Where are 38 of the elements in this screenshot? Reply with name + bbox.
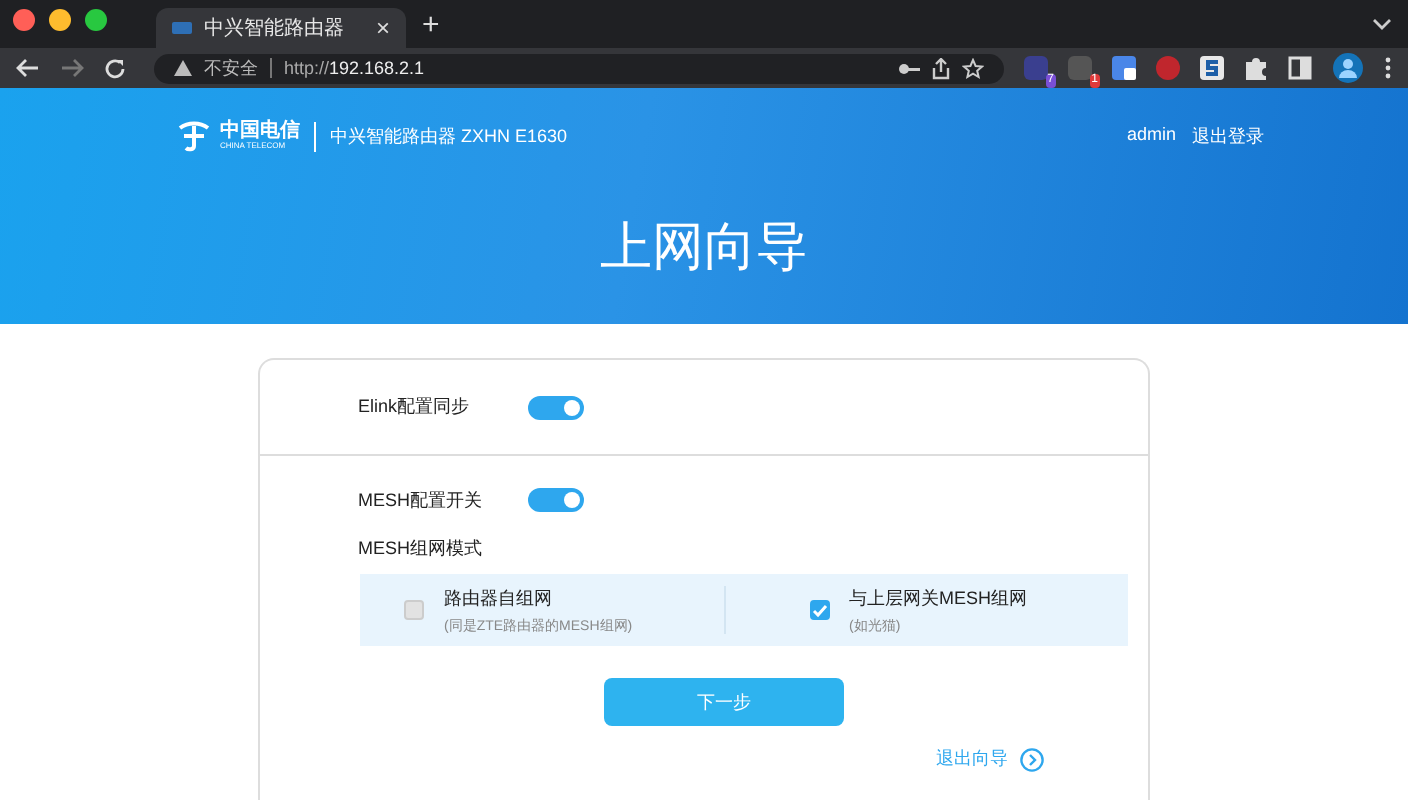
- logout-link[interactable]: 退出登录: [1192, 123, 1264, 149]
- sidebar-icon[interactable]: [1288, 56, 1312, 80]
- translate-icon[interactable]: [1112, 56, 1136, 80]
- browser-tab[interactable]: 中兴智能路由器 ×: [156, 8, 406, 48]
- forward-icon[interactable]: [60, 58, 84, 78]
- address-field[interactable]: 不安全 http://192.168.2.1: [154, 53, 1004, 83]
- puzzle-icon[interactable]: [1244, 56, 1268, 80]
- checkbox[interactable]: [809, 600, 829, 620]
- option-title: 路由器自组网: [444, 585, 554, 611]
- section-label: MESH组网模式: [356, 536, 485, 562]
- toggle-switch[interactable]: [528, 395, 584, 419]
- back-icon[interactable]: [16, 58, 40, 78]
- extension-icon[interactable]: [1200, 56, 1224, 80]
- share-icon[interactable]: [932, 57, 950, 79]
- menu-icon[interactable]: [1384, 56, 1392, 80]
- security-label: 不安全: [204, 55, 258, 81]
- window-controls-icon[interactable]: [12, 8, 112, 32]
- key-icon[interactable]: [898, 61, 920, 75]
- favicon-icon: [172, 20, 192, 36]
- page-title: 上网向导: [598, 214, 810, 280]
- arrow-circle-icon[interactable]: [1020, 747, 1044, 771]
- option-title: 与上层网关MESH组网: [849, 585, 1028, 611]
- url-text: http://192.168.2.1: [284, 58, 425, 78]
- product-name: 中兴智能路由器 ZXHN E1630: [330, 123, 568, 149]
- setting-label: MESH配置开关: [358, 487, 485, 513]
- logo-text: 中国电信: [220, 122, 300, 142]
- chevron-down-icon[interactable]: [1372, 18, 1392, 30]
- setting-label: Elink配置同步: [358, 394, 472, 420]
- profile-icon[interactable]: [1332, 52, 1364, 84]
- toggle-switch[interactable]: [528, 488, 584, 512]
- checkbox[interactable]: [404, 600, 424, 620]
- new-tab-button[interactable]: +: [422, 7, 440, 41]
- warning-icon: [174, 60, 192, 76]
- username: admin: [1126, 123, 1176, 147]
- close-tab-button[interactable]: ×: [375, 14, 390, 42]
- telecom-logo-icon: [176, 120, 212, 152]
- reload-icon[interactable]: [104, 57, 126, 79]
- star-icon[interactable]: [962, 57, 984, 79]
